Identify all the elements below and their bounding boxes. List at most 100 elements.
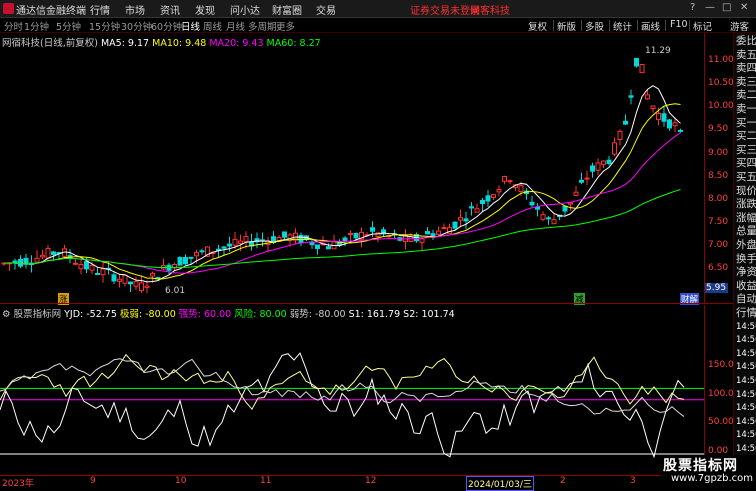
- candle-body: [568, 202, 573, 205]
- side-panel-item: 买二: [736, 130, 756, 143]
- menu-discover[interactable]: 发现: [195, 2, 215, 17]
- toolbar-divider: [637, 20, 638, 31]
- period-60min[interactable]: 60分钟: [151, 19, 182, 33]
- candle-body: [672, 122, 678, 127]
- candle-body: [111, 274, 117, 282]
- candle-body: [342, 237, 348, 242]
- price-tick: 11.00: [708, 55, 734, 65]
- side-panel-item: 卖五: [736, 48, 756, 61]
- settings-icon[interactable]: ⚙: [2, 309, 11, 320]
- candle-body: [491, 194, 496, 198]
- period-daily[interactable]: 日线: [181, 19, 200, 33]
- period-more[interactable]: 更多: [276, 19, 295, 33]
- new-version-button[interactable]: 新版: [557, 19, 576, 33]
- menu-news[interactable]: 资讯: [160, 2, 180, 17]
- stock-title: 网宿科技(日线,前复权): [2, 38, 98, 49]
- side-panel-item: 收益: [736, 279, 756, 292]
- menu-ask[interactable]: 问小达: [230, 2, 260, 17]
- candlestick-chart[interactable]: [0, 33, 704, 303]
- app-name: 通达信金融终端: [16, 6, 86, 17]
- minimize-icon[interactable]: —: [705, 2, 715, 13]
- candle-body: [639, 63, 645, 74]
- candle-body: [199, 250, 205, 253]
- side-panel-item: 卖一: [736, 103, 756, 115]
- maximize-icon[interactable]: □: [722, 2, 731, 13]
- toolbar-divider: [553, 20, 554, 31]
- price-tick: 9.50: [708, 124, 729, 134]
- period-monthly[interactable]: 月线: [226, 19, 245, 33]
- mark-button[interactable]: 标记: [693, 19, 712, 33]
- candle-body: [139, 282, 144, 292]
- menu-quotes[interactable]: 行情: [90, 2, 110, 17]
- period-30min[interactable]: 30分钟: [121, 19, 152, 33]
- date-tick: 2023年: [2, 479, 34, 489]
- candle-body: [667, 119, 672, 129]
- adjust-button[interactable]: 复权: [528, 19, 547, 33]
- candle-body: [122, 274, 128, 284]
- candle-body: [128, 281, 133, 285]
- app-logo-icon: [3, 3, 14, 14]
- indicator-name[interactable]: 股票指标网: [14, 309, 62, 320]
- period-5min[interactable]: 5分钟: [56, 19, 81, 33]
- period-weekly[interactable]: 周线: [203, 19, 222, 33]
- side-panel-item: 涨跌: [736, 198, 756, 211]
- candle-body: [480, 199, 485, 204]
- ma20-line: [3, 132, 681, 274]
- candle-body: [238, 240, 243, 244]
- period-15min[interactable]: 15分钟: [89, 19, 120, 33]
- period-1min[interactable]: 1分钟: [24, 19, 49, 33]
- candle-body: [634, 58, 639, 67]
- statistics-button[interactable]: 统计: [613, 19, 632, 33]
- candle-body: [584, 177, 590, 180]
- menu-trade[interactable]: 交易: [316, 2, 336, 17]
- side-panel-item: 卖四: [736, 62, 756, 75]
- candle-body: [645, 94, 650, 100]
- menu-wealth[interactable]: 财富圈: [272, 2, 302, 17]
- close-icon[interactable]: ✕: [740, 2, 748, 13]
- company-link[interactable]: 网客科技: [470, 2, 510, 17]
- price-tick: 10.00: [708, 101, 734, 111]
- price-tick: 6.50: [708, 263, 729, 273]
- side-panel-item: 涨幅: [736, 211, 756, 224]
- period-toolbar: 分时 1分钟 5分钟 15分钟 30分钟 60分钟 日线 周线 月线 多周期 更…: [0, 18, 756, 33]
- quote-side-panel: 委比 卖五 卖四 卖三 卖二 卖一 买一 买二 买三 买四 买五 现价 涨跌 涨幅 总量 外盘 换手 净资 收益 自动…: [733, 33, 756, 487]
- indicator-value: 强势: 60.00: [178, 309, 232, 320]
- indicator-chart[interactable]: [0, 304, 704, 475]
- side-panel-item: 买三: [736, 143, 756, 156]
- menu-market[interactable]: 市场: [125, 2, 145, 17]
- date-tick: 10: [175, 476, 187, 486]
- indicator-value: S2: 101.74: [403, 309, 455, 320]
- candle-body: [518, 185, 524, 192]
- candle-body: [436, 230, 441, 235]
- candle-body: [232, 238, 238, 246]
- price-tick: 9.00: [708, 148, 729, 158]
- period-multi[interactable]: 多周期: [248, 19, 277, 33]
- watermark-url: www.7gpzb.com: [671, 473, 753, 484]
- f10-button[interactable]: F10: [670, 19, 688, 30]
- ma10-label: MA10: 9.48: [152, 38, 207, 49]
- side-panel-item: 卖三: [736, 75, 756, 88]
- help-icon[interactable]: ?: [690, 2, 695, 13]
- candle-body: [144, 285, 150, 289]
- side-panel-item: 换手: [736, 252, 756, 265]
- side-panel-item: 14:50: [736, 362, 756, 373]
- candle-body: [650, 105, 656, 110]
- indicator-value: 极弱: -80.00: [119, 309, 176, 320]
- guest-button[interactable]: 游客: [730, 19, 749, 33]
- side-panel-item: 外盘: [736, 239, 756, 251]
- candle-body: [562, 205, 568, 212]
- candle-body: [73, 262, 78, 265]
- candle-body: [100, 268, 106, 276]
- candle-body: [573, 191, 579, 196]
- multi-stock-button[interactable]: 多股: [585, 19, 604, 33]
- period-intraday[interactable]: 分时: [4, 19, 23, 33]
- candle-body: [18, 258, 23, 267]
- s2-line: [0, 358, 685, 417]
- ma60-line: [3, 188, 681, 268]
- side-panel-item: 卖二: [736, 89, 756, 102]
- candle-body: [458, 216, 463, 221]
- cursor-date: 2024/01/03/三: [466, 476, 534, 491]
- draw-line-button[interactable]: 画线: [641, 19, 660, 33]
- ma20-label: MA20: 9.43: [209, 38, 264, 49]
- candle-body: [315, 244, 320, 249]
